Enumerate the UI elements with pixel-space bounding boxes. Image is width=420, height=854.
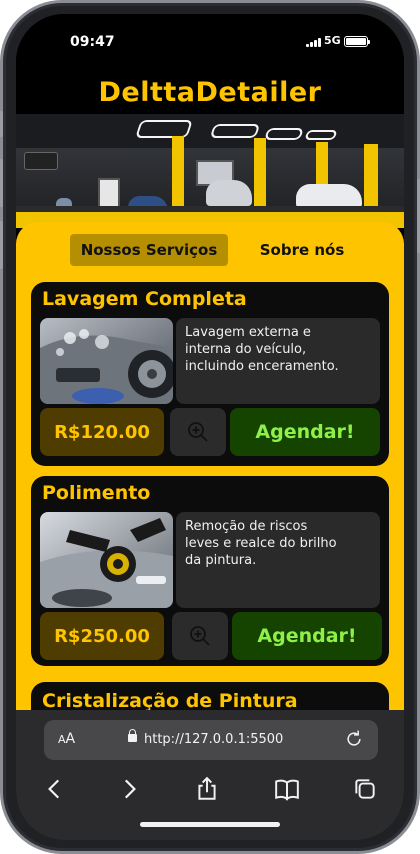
brand-title: DelttaDetailer: [98, 76, 322, 108]
service-title: Cristalização de Pintura: [42, 690, 298, 710]
book-button[interactable]: Agendar!: [232, 612, 382, 660]
status-time: 09:47: [70, 34, 115, 50]
forward-chevron-icon[interactable]: [116, 776, 142, 802]
network-label: 5G: [324, 34, 341, 47]
service-image-lavagem: [40, 318, 173, 404]
battery-icon: [344, 36, 370, 47]
tab-nossos-servicos[interactable]: Nossos Serviços: [70, 234, 228, 266]
zoom-button[interactable]: [172, 612, 228, 660]
service-price: R$120.00: [40, 408, 164, 456]
service-title: Lavagem Completa: [42, 288, 247, 310]
browser-toolbar: AA http://127.0.0.1:5500: [16, 710, 404, 840]
service-card-polimento: Polimento Remoção de riscos leves e real…: [31, 476, 389, 666]
hero-image: [16, 114, 404, 228]
reader-settings-button[interactable]: AA: [58, 731, 75, 747]
address-bar[interactable]: AA http://127.0.0.1:5500: [44, 720, 378, 760]
back-chevron-icon[interactable]: [42, 776, 68, 802]
share-icon[interactable]: [194, 776, 220, 802]
service-title: Polimento: [42, 482, 151, 504]
screen: 09:47 5G DelttaDetailer Nossos Serviços: [16, 14, 404, 840]
book-icon[interactable]: [274, 776, 300, 802]
services-panel: Nossos Serviços Sobre nós Lavagem Comple…: [16, 222, 404, 710]
signal-icon: [306, 38, 321, 47]
tabs-icon[interactable]: [352, 776, 378, 802]
volume-down-button: [0, 221, 3, 269]
notch: [110, 14, 310, 46]
service-card-lavagem: Lavagem Completa Lavagem externa e inter…: [31, 282, 389, 466]
service-image-polimento: [40, 512, 173, 608]
status-bar: 09:47 5G: [16, 14, 404, 70]
reload-icon[interactable]: [344, 729, 364, 749]
zoom-in-icon: [190, 626, 210, 646]
zoom-button[interactable]: [170, 408, 226, 456]
service-description: Lavagem externa e interna do veículo, in…: [176, 318, 380, 404]
tab-bar: Nossos Serviços Sobre nós: [16, 234, 404, 268]
url-text: http://127.0.0.1:5500: [144, 732, 284, 747]
home-indicator: [140, 822, 280, 827]
tab-sobre-nos[interactable]: Sobre nós: [246, 234, 358, 266]
service-price: R$250.00: [40, 612, 164, 660]
mute-switch: [0, 111, 3, 137]
lock-icon: [128, 729, 137, 742]
zoom-in-icon: [188, 422, 208, 442]
service-description: Remoção de riscos leves e realce do bril…: [176, 512, 380, 608]
volume-up-button: [0, 159, 3, 207]
site-header: DelttaDetailer: [16, 70, 404, 114]
service-card-cristalizacao: Cristalização de Pintura: [31, 682, 389, 710]
book-button[interactable]: Agendar!: [230, 408, 380, 456]
